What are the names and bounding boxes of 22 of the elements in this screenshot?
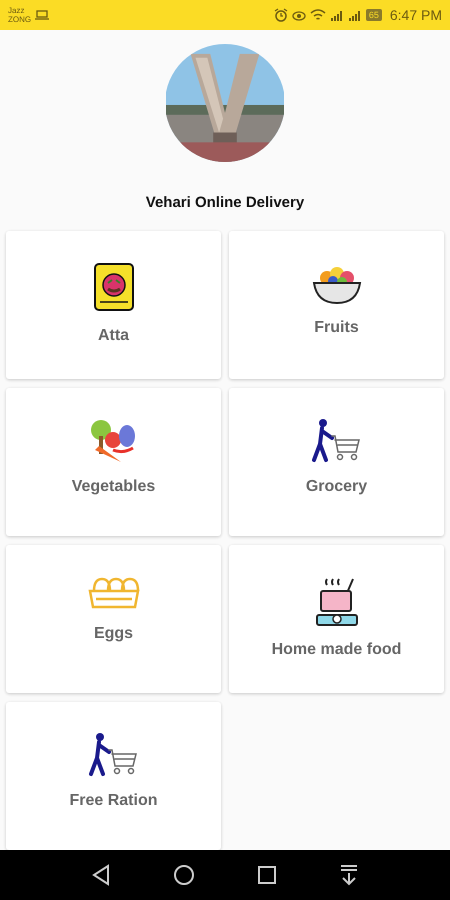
egg-tray-icon: [88, 575, 140, 611]
alarm-icon: [274, 8, 288, 22]
category-card[interactable]: Grocery: [229, 388, 444, 536]
shopping-cart-person-icon: [88, 732, 140, 778]
category-card[interactable]: Atta: [6, 231, 221, 379]
wifi-icon: [310, 9, 326, 21]
shopping-cart-person-icon: [310, 418, 362, 464]
battery-level: 65: [366, 9, 382, 21]
category-card[interactable]: Home made food: [229, 545, 444, 693]
category-card[interactable]: Vegetables: [6, 388, 221, 536]
category-card[interactable]: Fruits: [229, 231, 444, 379]
category-card[interactable]: Free Ration: [6, 702, 221, 850]
category-card[interactable]: Eggs: [6, 545, 221, 693]
app-title: Vehari Online Delivery: [146, 194, 304, 211]
signal-icon: [348, 9, 362, 21]
clock: 6:47 PM: [390, 7, 442, 23]
eye-icon: [292, 9, 306, 21]
carrier-name: Jazz: [8, 6, 26, 15]
carrier-name: ZONG: [8, 15, 32, 24]
laptop-icon: [35, 10, 50, 20]
signal-icon: [330, 9, 344, 21]
sack-icon: [92, 261, 136, 313]
